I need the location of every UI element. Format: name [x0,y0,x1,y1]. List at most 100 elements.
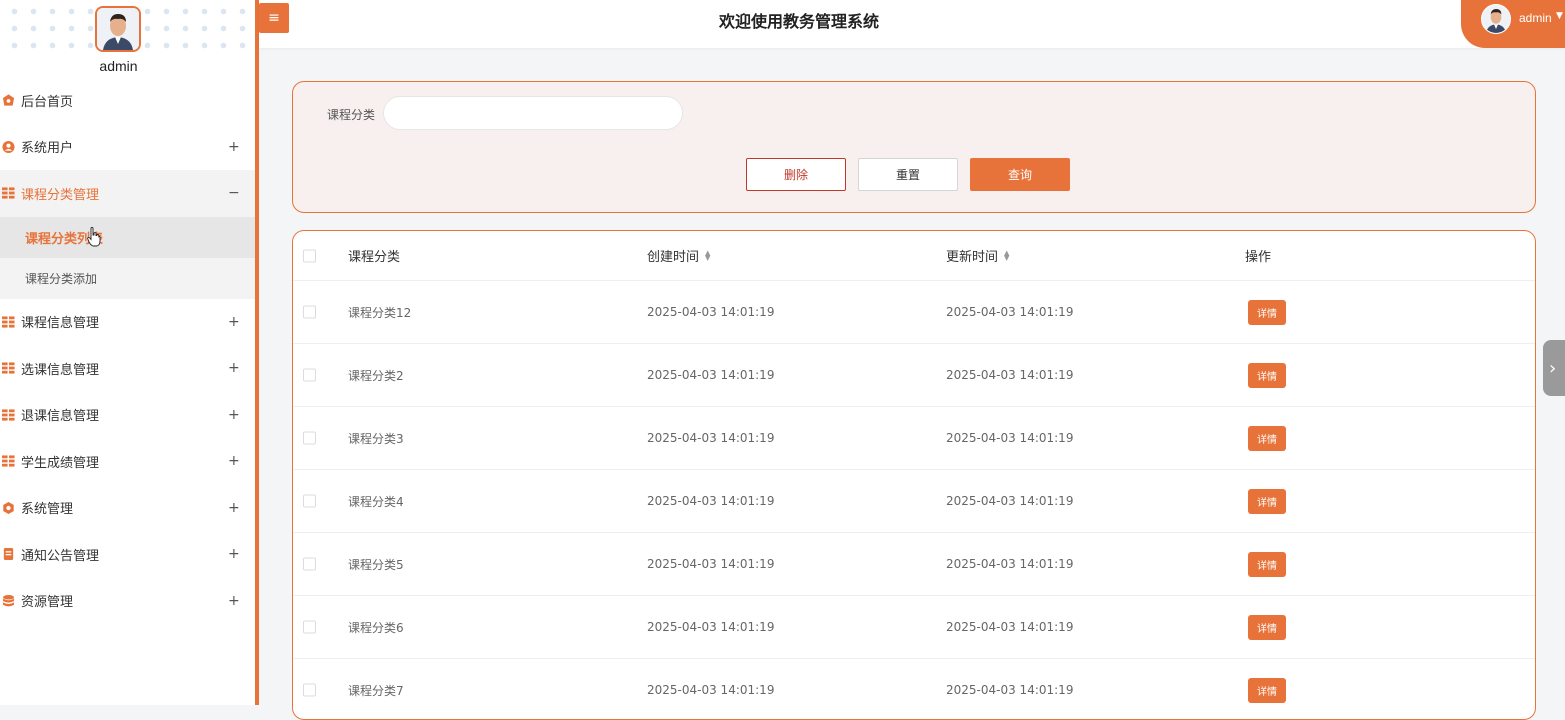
avatar [1481,4,1511,34]
table-row: 课程分类6 2025-04-03 14:01:19 2025-04-03 14:… [293,596,1535,659]
search-input[interactable] [383,96,683,130]
user-icon [2,140,15,153]
sidebar-item-resource-management[interactable]: 资源管理 + [0,578,255,625]
cell-created: 2025-04-03 14:01:19 [647,368,775,382]
table-row: 课程分类4 2025-04-03 14:01:19 2025-04-03 14:… [293,470,1535,533]
detail-button[interactable]: 详情 [1248,362,1286,388]
row-checkbox[interactable] [303,494,316,508]
detail-button[interactable]: 详情 [1248,425,1286,451]
table-row: 课程分类12 2025-04-03 14:01:19 2025-04-03 14… [293,281,1535,344]
cell-created: 2025-04-03 14:01:19 [647,620,775,634]
cell-category: 课程分类5 [348,557,404,572]
sidebar-item-course-withdrawal[interactable]: 退课信息管理 + [0,392,255,439]
cell-actions: 详情 [1245,659,1286,719]
detail-button[interactable]: 详情 [1248,551,1286,577]
detail-button[interactable]: 详情 [1248,299,1286,325]
side-drawer-toggle[interactable]: › [1543,340,1565,396]
collapse-icon[interactable]: − [228,185,240,201]
cell-created: 2025-04-03 14:01:19 [647,431,775,445]
expand-icon[interactable]: + [228,314,240,330]
expand-icon[interactable]: + [228,546,240,562]
sort-icon[interactable]: ▲ ▼ [705,249,710,261]
column-header-label: 更新时间 [946,250,999,265]
row-checkbox[interactable] [303,305,316,319]
sidebar-item-label: 资源管理 [21,595,74,611]
cell-actions: 详情 [1245,533,1286,595]
column-header-updated[interactable]: 更新时间 ▲ ▼ [946,231,1009,280]
grid-icon [2,455,15,467]
row-checkbox[interactable] [303,620,316,634]
sidebar-item-label: 学生成绩管理 [21,455,100,471]
expand-icon[interactable]: + [228,360,240,376]
chevron-down-icon: ▼ [1556,11,1563,21]
sidebar-item-student-grades[interactable]: 学生成绩管理 + [0,438,255,485]
search-panel: 课程分类 删除 重置 查询 [292,81,1536,213]
expand-icon[interactable]: + [228,139,240,155]
cell-updated: 2025-04-03 14:01:19 [946,683,1074,697]
sidebar-item-label: 系统管理 [21,502,74,518]
notice-icon [3,548,14,561]
cell-actions: 详情 [1245,596,1286,658]
cell-category: 课程分类4 [348,494,404,509]
row-checkbox[interactable] [303,368,316,382]
cell-category: 课程分类2 [348,368,404,383]
detail-button[interactable]: 详情 [1248,488,1286,514]
course-category-submenu: 课程分类列表 课程分类添加 [0,216,255,299]
expand-icon[interactable]: + [228,407,240,423]
delete-button[interactable]: 删除 [746,158,846,191]
detail-button[interactable]: 详情 [1248,677,1286,703]
sidebar-item-system-management[interactable]: 系统管理 + [0,485,255,532]
row-checkbox[interactable] [303,431,316,445]
hand-pointer-icon [87,227,101,247]
grid-icon [2,409,15,421]
cell-updated: 2025-04-03 14:01:19 [946,557,1074,571]
column-header-actions: 操作 [1245,250,1272,265]
sidebar-item-course-selection[interactable]: 选课信息管理 + [0,345,255,392]
sidebar-item-course-info[interactable]: 课程信息管理 + [0,299,255,346]
cell-updated: 2025-04-03 14:01:19 [946,305,1074,319]
row-checkbox[interactable] [303,683,316,697]
cell-category: 课程分类3 [348,431,404,446]
sort-icon[interactable]: ▲ ▼ [1004,249,1009,261]
cell-updated: 2025-04-03 14:01:19 [946,620,1074,634]
table-row: 课程分类5 2025-04-03 14:01:19 2025-04-03 14:… [293,533,1535,596]
cell-actions: 详情 [1245,407,1286,469]
cell-category: 课程分类12 [348,305,412,320]
grid-icon [2,316,15,328]
sidebar-username: admin [99,58,138,74]
chevron-right-icon: › [1549,357,1557,379]
table-row: 课程分类7 2025-04-03 14:01:19 2025-04-03 14:… [293,659,1535,719]
gear-icon [3,501,14,514]
expand-icon[interactable]: + [228,593,240,609]
sidebar-item-label: 后台首页 [21,94,74,110]
submenu-item-category-list[interactable]: 课程分类列表 [0,216,255,258]
sidebar-avatar [95,6,141,52]
sidebar-item-home[interactable]: 后台首页 [0,77,255,124]
user-menu[interactable]: admin ▼ [1461,0,1565,48]
sidebar: admin 后台首页 系统用户 + 课程分类管理 − 课程分类列表 课程分类添加… [0,0,255,705]
cell-actions: 详情 [1245,281,1286,343]
row-checkbox[interactable] [303,557,316,571]
sidebar-item-system-users[interactable]: 系统用户 + [0,124,255,171]
expand-icon[interactable]: + [228,453,240,469]
cell-created: 2025-04-03 14:01:19 [647,557,775,571]
grid-icon [2,187,15,199]
sidebar-item-label: 课程分类管理 [21,187,100,203]
cell-actions: 详情 [1245,470,1286,532]
reset-button[interactable]: 重置 [858,158,958,191]
home-icon [2,94,15,106]
column-header-created[interactable]: 创建时间 ▲ ▼ [647,231,710,280]
sidebar-item-label: 课程信息管理 [21,316,100,332]
sidebar-item-notice-management[interactable]: 通知公告管理 + [0,531,255,578]
expand-icon[interactable]: + [228,500,240,516]
submenu-item-category-add[interactable]: 课程分类添加 [0,258,255,299]
select-all-checkbox[interactable] [303,249,316,262]
table-header: 课程分类 创建时间 ▲ ▼ 更新时间 ▲ ▼ 操作 [293,231,1535,281]
cell-updated: 2025-04-03 14:01:19 [946,368,1074,382]
sidebar-item-label: 退课信息管理 [21,409,100,425]
query-button[interactable]: 查询 [970,158,1070,191]
table-row: 课程分类3 2025-04-03 14:01:19 2025-04-03 14:… [293,407,1535,470]
grid-icon [2,362,15,374]
sidebar-item-course-category[interactable]: 课程分类管理 − [0,170,255,217]
detail-button[interactable]: 详情 [1248,614,1286,640]
